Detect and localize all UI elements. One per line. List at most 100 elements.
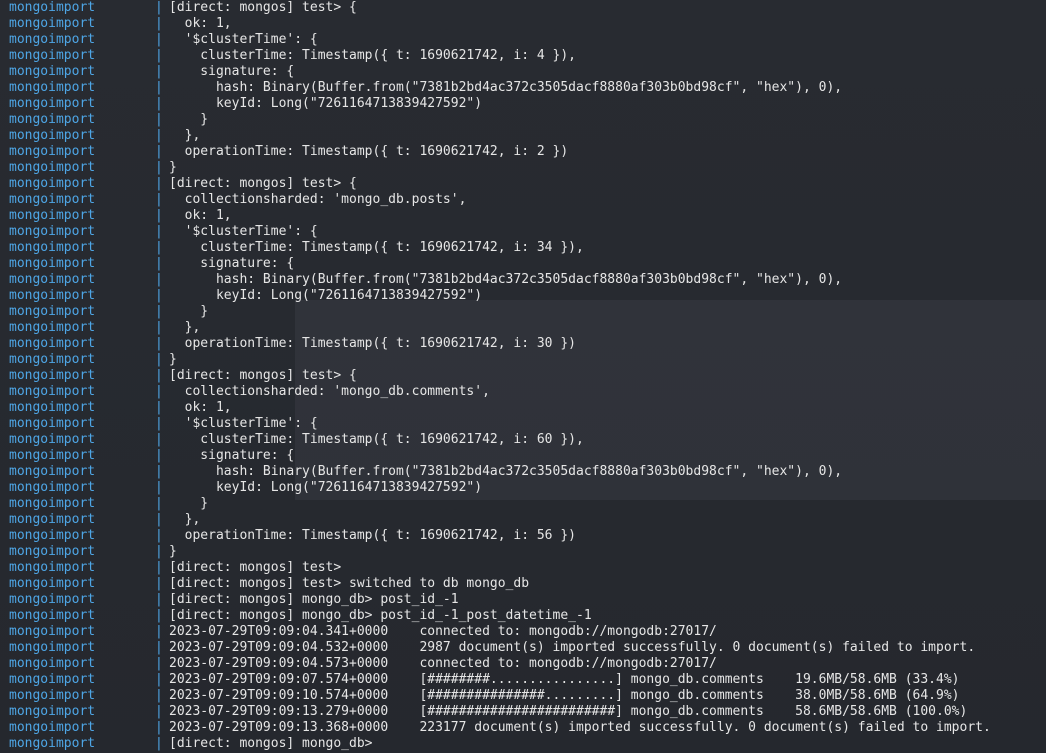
- log-separator: |: [155, 512, 163, 527]
- log-text: hash: Binary(Buffer.from("7381b2bd4ac372…: [169, 272, 843, 287]
- log-separator: |: [155, 416, 163, 431]
- log-text: 2023-07-29T09:09:07.574+0000 [########..…: [169, 672, 960, 687]
- log-text: keyId: Long("7261164713839427592"): [169, 96, 483, 111]
- log-prefix: mongoimport: [9, 560, 96, 575]
- log-text: },: [169, 320, 201, 335]
- log-line: mongoimport | ok: 1,: [0, 400, 1046, 416]
- log-prefix: mongoimport: [9, 64, 96, 79]
- log-line: mongoimport | [direct: mongos] test>: [0, 560, 1046, 576]
- log-separator: |: [155, 336, 163, 351]
- log-separator: |: [155, 304, 163, 319]
- log-separator: |: [155, 400, 163, 415]
- log-prefix: mongoimport: [9, 16, 96, 31]
- log-line: mongoimport | [direct: mongos] mongo_db> p…: [0, 592, 1046, 608]
- log-text: },: [169, 512, 201, 527]
- terminal-window[interactable]: mongoimport | [direct: mongos] test> {mong…: [0, 0, 1046, 753]
- log-prefix: mongoimport: [9, 256, 96, 271]
- log-separator: |: [155, 320, 163, 335]
- log-line: mongoimport | 2023-07-29T09:09:07.574+0000…: [0, 672, 1046, 688]
- log-separator: |: [155, 672, 163, 687]
- log-line: mongoimport | collectionsharded: 'mongo_d…: [0, 384, 1046, 400]
- log-text: clusterTime: Timestamp({ t: 1690621742, …: [169, 240, 584, 255]
- log-separator: |: [155, 368, 163, 383]
- log-text: 2023-07-29T09:09:13.279+0000 [##########…: [169, 704, 968, 719]
- log-line: mongoimport | 2023-07-29T09:09:10.574+0000…: [0, 688, 1046, 704]
- log-separator: |: [155, 144, 163, 159]
- log-text: 2023-07-29T09:09:04.573+0000 connected t…: [169, 656, 717, 671]
- log-separator: |: [155, 608, 163, 623]
- log-separator: |: [155, 256, 163, 271]
- log-prefix: mongoimport: [9, 192, 96, 207]
- log-separator: |: [155, 528, 163, 543]
- log-text: '$clusterTime': {: [169, 224, 318, 239]
- log-separator: |: [155, 384, 163, 399]
- log-separator: |: [155, 544, 163, 559]
- log-prefix: mongoimport: [9, 704, 96, 719]
- log-text: [direct: mongos] mongo_db> post_id_-1: [169, 592, 459, 607]
- log-separator: |: [155, 32, 163, 47]
- log-separator: |: [155, 224, 163, 239]
- log-line: mongoimport | [direct: mongos] mongo_db>: [0, 736, 1046, 752]
- log-text: operationTime: Timestamp({ t: 1690621742…: [169, 336, 576, 351]
- log-prefix: mongoimport: [9, 720, 96, 735]
- log-text: 2023-07-29T09:09:04.532+0000 2987 docume…: [169, 640, 976, 655]
- log-text: '$clusterTime': {: [169, 32, 318, 47]
- log-text: hash: Binary(Buffer.from("7381b2bd4ac372…: [169, 464, 843, 479]
- log-prefix: mongoimport: [9, 608, 96, 623]
- log-prefix: mongoimport: [9, 400, 96, 415]
- log-line: mongoimport |}: [0, 544, 1046, 560]
- log-text: [direct: mongos] mongo_db>: [169, 736, 373, 751]
- log-line: mongoimport | '$clusterTime': {: [0, 32, 1046, 48]
- log-prefix: mongoimport: [9, 128, 96, 143]
- log-line: mongoimport | },: [0, 128, 1046, 144]
- log-line: mongoimport | 2023-07-29T09:09:04.573+0000…: [0, 656, 1046, 672]
- log-line: mongoimport | [direct: mongos] test> {: [0, 0, 1046, 16]
- log-line: mongoimport | 2023-07-29T09:09:04.341+0000…: [0, 624, 1046, 640]
- log-text: [direct: mongos] test> switched to db mo…: [169, 576, 530, 591]
- log-separator: |: [155, 128, 163, 143]
- log-separator: |: [155, 656, 163, 671]
- log-prefix: mongoimport: [9, 336, 96, 351]
- log-separator: |: [155, 352, 163, 367]
- log-text: },: [169, 128, 201, 143]
- log-line: mongoimport | [direct: mongos] mongo_db> p…: [0, 608, 1046, 624]
- log-line: mongoimport | clusterTime: Timestamp({ t:…: [0, 48, 1046, 64]
- log-text: [direct: mongos] test> {: [169, 368, 357, 383]
- log-separator: |: [155, 0, 163, 15]
- log-line: mongoimport | clusterTime: Timestamp({ t:…: [0, 432, 1046, 448]
- log-line: mongoimport | keyId: Long("72611647138394…: [0, 288, 1046, 304]
- log-prefix: mongoimport: [9, 320, 96, 335]
- log-separator: |: [155, 96, 163, 111]
- log-prefix: mongoimport: [9, 496, 96, 511]
- log-line: mongoimport | operationTime: Timestamp({ …: [0, 528, 1046, 544]
- log-prefix: mongoimport: [9, 80, 96, 95]
- log-prefix: mongoimport: [9, 368, 96, 383]
- log-line: mongoimport | }: [0, 112, 1046, 128]
- log-separator: |: [155, 16, 163, 31]
- log-prefix: mongoimport: [9, 736, 96, 751]
- log-prefix: mongoimport: [9, 448, 96, 463]
- log-line: mongoimport | 2023-07-29T09:09:04.532+0000…: [0, 640, 1046, 656]
- log-prefix: mongoimport: [9, 144, 96, 159]
- log-line: mongoimport | }: [0, 496, 1046, 512]
- log-prefix: mongoimport: [9, 592, 96, 607]
- log-line: mongoimport | [direct: mongos] test> switc…: [0, 576, 1046, 592]
- log-prefix: mongoimport: [9, 352, 96, 367]
- log-line: mongoimport | hash: Binary(Buffer.from("7…: [0, 272, 1046, 288]
- log-text: keyId: Long("7261164713839427592"): [169, 480, 483, 495]
- log-prefix: mongoimport: [9, 176, 96, 191]
- log-text: }: [169, 352, 177, 367]
- log-prefix: mongoimport: [9, 208, 96, 223]
- log-line: mongoimport | clusterTime: Timestamp({ t:…: [0, 240, 1046, 256]
- log-prefix: mongoimport: [9, 656, 96, 671]
- log-separator: |: [155, 464, 163, 479]
- log-text: 2023-07-29T09:09:04.341+0000 connected t…: [169, 624, 717, 639]
- log-text: [direct: mongos] mongo_db> post_id_-1_po…: [169, 608, 592, 623]
- log-line: mongoimport | signature: {: [0, 64, 1046, 80]
- log-text: '$clusterTime': {: [169, 416, 318, 431]
- log-separator: |: [155, 80, 163, 95]
- log-separator: |: [155, 432, 163, 447]
- log-prefix: mongoimport: [9, 528, 96, 543]
- log-prefix: mongoimport: [9, 576, 96, 591]
- log-separator: |: [155, 48, 163, 63]
